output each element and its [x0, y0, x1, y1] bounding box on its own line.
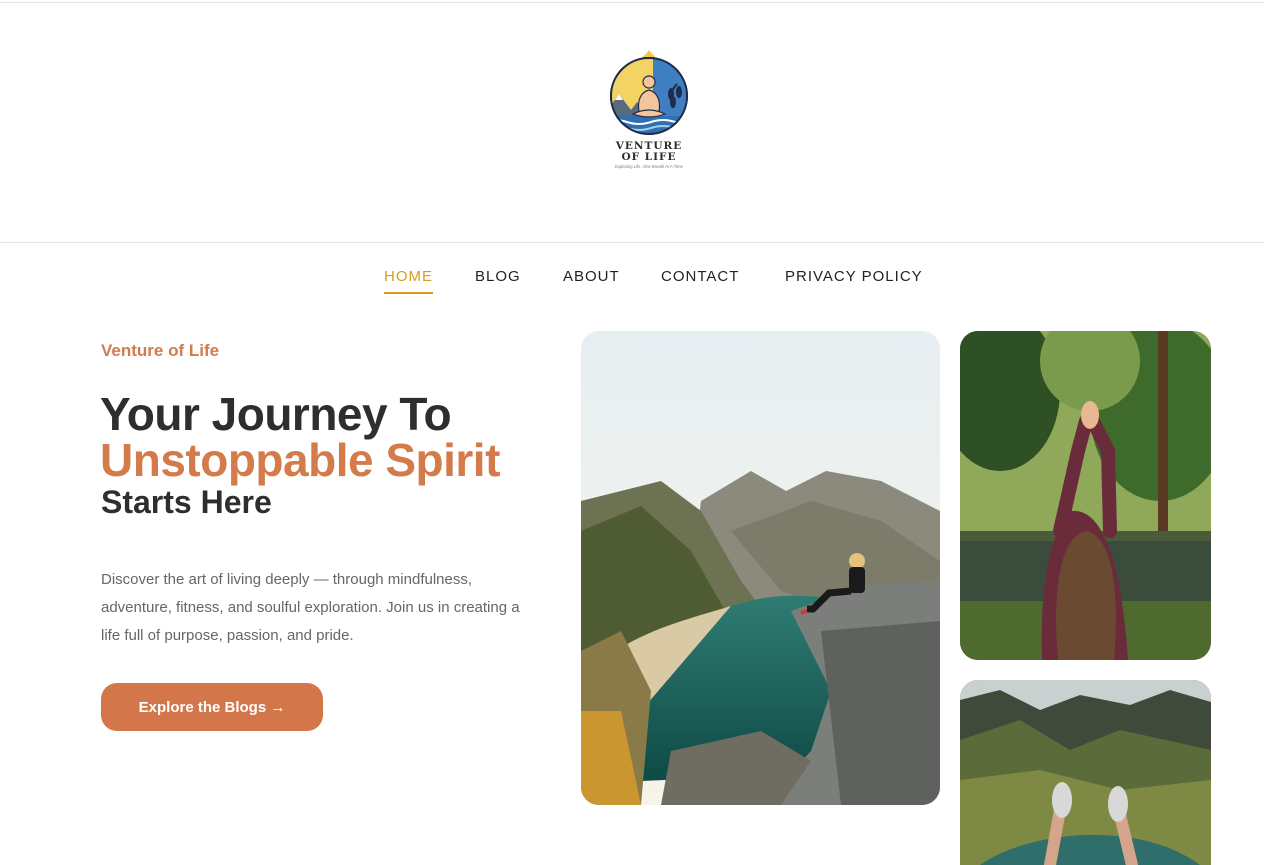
nav-item-blog[interactable]: BLOG — [475, 268, 521, 285]
explore-blogs-button[interactable]: Explore the Blogs → — [101, 683, 323, 731]
hero-headline-line3: Starts Here — [101, 484, 272, 520]
hero-headline-line2: Unstoppable Spirit — [100, 434, 500, 486]
site-logo[interactable]: VENTURE OF LIFE Exploring Life, One Brea… — [603, 48, 695, 176]
meditation-logo-icon — [610, 50, 688, 135]
cliff-edge-feet-photo — [960, 680, 1211, 865]
logo-tagline: Exploring Life, One Breath At A Time — [615, 164, 683, 169]
logo-name-line2: OF LIFE — [621, 151, 677, 163]
nav-item-privacy-policy[interactable]: PRIVACY POLICY — [785, 268, 923, 285]
mountain-lake-hiker-photo — [581, 331, 940, 805]
nav-item-home[interactable]: HOME — [384, 268, 433, 294]
top-border — [0, 2, 1264, 3]
forest-lake-woman-photo — [960, 331, 1211, 660]
hero-description: Discover the art of living deeply — thro… — [101, 571, 520, 644]
main-nav: HOME BLOG ABOUT CONTACT PRIVACY POLICY — [0, 268, 1264, 298]
nav-divider — [0, 242, 1264, 243]
nav-item-contact[interactable]: CONTACT — [661, 268, 739, 285]
nav-item-about[interactable]: ABOUT — [563, 268, 620, 285]
hero-eyebrow: Venture of Life — [101, 341, 220, 360]
